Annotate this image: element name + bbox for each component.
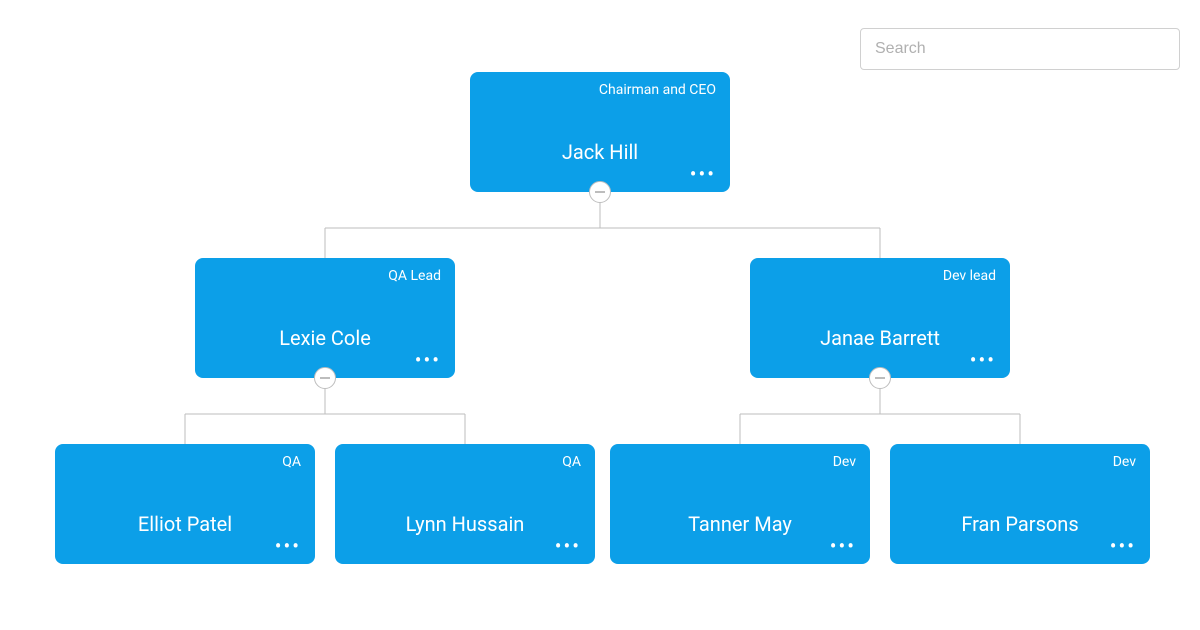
node-dev-lead[interactable]: Dev lead Janae Barrett ••• xyxy=(750,258,1010,378)
node-title: Dev xyxy=(833,454,856,470)
node-title: Dev lead xyxy=(943,268,996,284)
node-qa-1[interactable]: QA Elliot Patel ••• xyxy=(55,444,315,564)
node-title: QA xyxy=(562,454,581,470)
node-name: Tanner May xyxy=(610,512,870,536)
node-name: Lexie Cole xyxy=(195,326,455,350)
node-name: Fran Parsons xyxy=(890,512,1150,536)
node-name: Elliot Patel xyxy=(55,512,315,536)
node-name: Jack Hill xyxy=(470,140,730,164)
more-icon[interactable]: ••• xyxy=(690,164,716,184)
more-icon[interactable]: ••• xyxy=(830,536,856,556)
more-icon[interactable]: ••• xyxy=(970,350,996,370)
node-name: Lynn Hussain xyxy=(335,512,595,536)
more-icon[interactable]: ••• xyxy=(1110,536,1136,556)
node-title: Chairman and CEO xyxy=(599,82,716,98)
collapse-toggle[interactable] xyxy=(869,367,891,389)
node-name: Janae Barrett xyxy=(750,326,1010,350)
node-root[interactable]: Chairman and CEO Jack Hill ••• xyxy=(470,72,730,192)
node-title: QA xyxy=(282,454,301,470)
more-icon[interactable]: ••• xyxy=(555,536,581,556)
node-dev-1[interactable]: Dev Tanner May ••• xyxy=(610,444,870,564)
collapse-toggle[interactable] xyxy=(589,181,611,203)
node-qa-lead[interactable]: QA Lead Lexie Cole ••• xyxy=(195,258,455,378)
collapse-toggle[interactable] xyxy=(314,367,336,389)
node-title: Dev xyxy=(1113,454,1136,470)
more-icon[interactable]: ••• xyxy=(275,536,301,556)
search-input[interactable] xyxy=(860,28,1180,70)
more-icon[interactable]: ••• xyxy=(415,350,441,370)
node-qa-2[interactable]: QA Lynn Hussain ••• xyxy=(335,444,595,564)
node-dev-2[interactable]: Dev Fran Parsons ••• xyxy=(890,444,1150,564)
node-title: QA Lead xyxy=(388,268,441,284)
org-chart-canvas: Chairman and CEO Jack Hill ••• QA Lead L… xyxy=(0,0,1200,630)
